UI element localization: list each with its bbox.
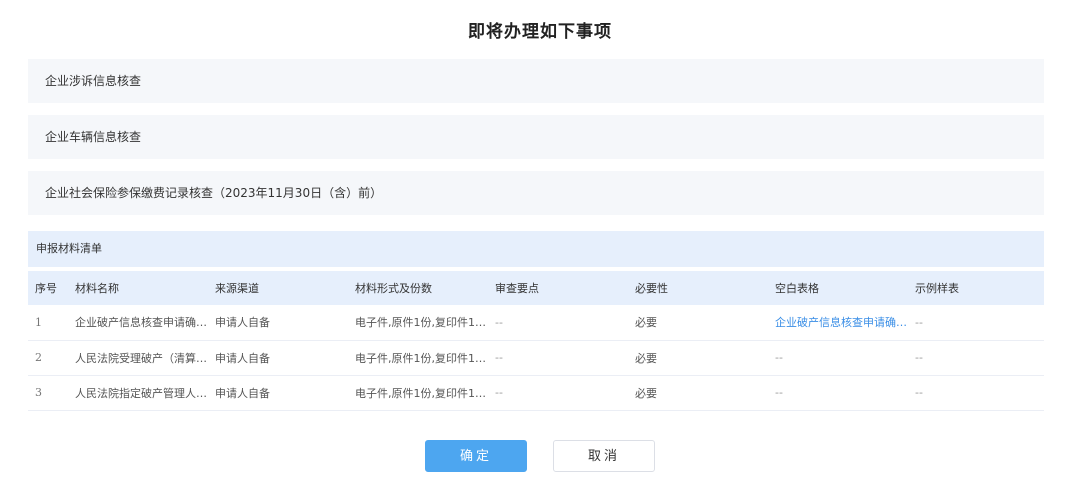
cancel-button[interactable]: 取消 xyxy=(553,440,655,472)
cell-blank-form: -- xyxy=(775,386,783,399)
cell-necessity: 必要 xyxy=(635,316,657,330)
table-row: 3 人民法院指定破产管理人… 申请人自备 电子件,原件1份,复印件1… -- 必… xyxy=(28,375,1044,410)
materials-section: 申报材料清单 序号 材料名称 来源渠道 材料形式及份数 审查要点 必要性 空白表… xyxy=(28,231,1044,411)
materials-header: 申报材料清单 xyxy=(28,231,1044,267)
cell-source: 申请人自备 xyxy=(215,316,270,330)
blank-form-link[interactable]: 企业破产信息核查申请确… xyxy=(775,316,907,329)
page-title: 即将办理如下事项 xyxy=(468,22,612,42)
column-header-blank-form: 空白表格 xyxy=(775,282,819,295)
cell-necessity: 必要 xyxy=(635,386,657,400)
cell-blank-form: -- xyxy=(775,351,783,364)
matter-item: 企业社会保险参保缴费记录核查（2023年11月30日（含）前） xyxy=(28,171,1044,215)
matter-list: 企业涉诉信息核查 企业车辆信息核查 企业社会保险参保缴费记录核查（2023年11… xyxy=(28,59,1044,227)
cell-form: 电子件,原件1份,复印件1… xyxy=(355,386,486,400)
cell-necessity: 必要 xyxy=(635,351,657,365)
cell-form: 电子件,原件1份,复印件1… xyxy=(355,316,486,330)
cell-index: 2 xyxy=(35,351,42,364)
table-header-row: 序号 材料名称 来源渠道 材料形式及份数 审查要点 必要性 空白表格 示例样表 xyxy=(28,271,1044,305)
cell-review: -- xyxy=(495,315,503,329)
cell-sample: -- xyxy=(915,386,923,399)
cell-source: 申请人自备 xyxy=(215,386,270,400)
column-header-name: 材料名称 xyxy=(75,282,119,295)
cell-sample: -- xyxy=(915,351,923,364)
cell-name: 人民法院受理破产（清算… xyxy=(75,351,207,365)
cell-review: -- xyxy=(495,386,503,399)
column-header-necessity: 必要性 xyxy=(635,282,668,295)
cell-sample: -- xyxy=(915,315,923,329)
cell-index: 3 xyxy=(35,386,42,399)
cell-name: 人民法院指定破产管理人… xyxy=(75,386,207,400)
cell-source: 申请人自备 xyxy=(215,351,270,365)
column-header-review: 审查要点 xyxy=(495,282,539,295)
matter-item: 企业车辆信息核查 xyxy=(28,115,1044,159)
table-row: 1 企业破产信息核查申请确… 申请人自备 电子件,原件1份,复印件1… -- 必… xyxy=(28,305,1044,340)
action-buttons: 确定 取消 xyxy=(0,440,1080,472)
column-header-form: 材料形式及份数 xyxy=(355,282,432,295)
materials-table: 序号 材料名称 来源渠道 材料形式及份数 审查要点 必要性 空白表格 示例样表 … xyxy=(28,271,1044,411)
matter-item: 企业涉诉信息核查 xyxy=(28,59,1044,103)
confirm-button[interactable]: 确定 xyxy=(425,440,527,472)
column-header-sample: 示例样表 xyxy=(915,282,959,295)
table-row: 2 人民法院受理破产（清算… 申请人自备 电子件,原件1份,复印件1… -- 必… xyxy=(28,340,1044,375)
column-header-source: 来源渠道 xyxy=(215,282,259,295)
cell-index: 1 xyxy=(35,315,42,329)
cell-name: 企业破产信息核查申请确… xyxy=(75,316,207,330)
cell-review: -- xyxy=(495,351,503,364)
cell-form: 电子件,原件1份,复印件1… xyxy=(355,351,486,365)
column-header-index: 序号 xyxy=(35,282,57,295)
